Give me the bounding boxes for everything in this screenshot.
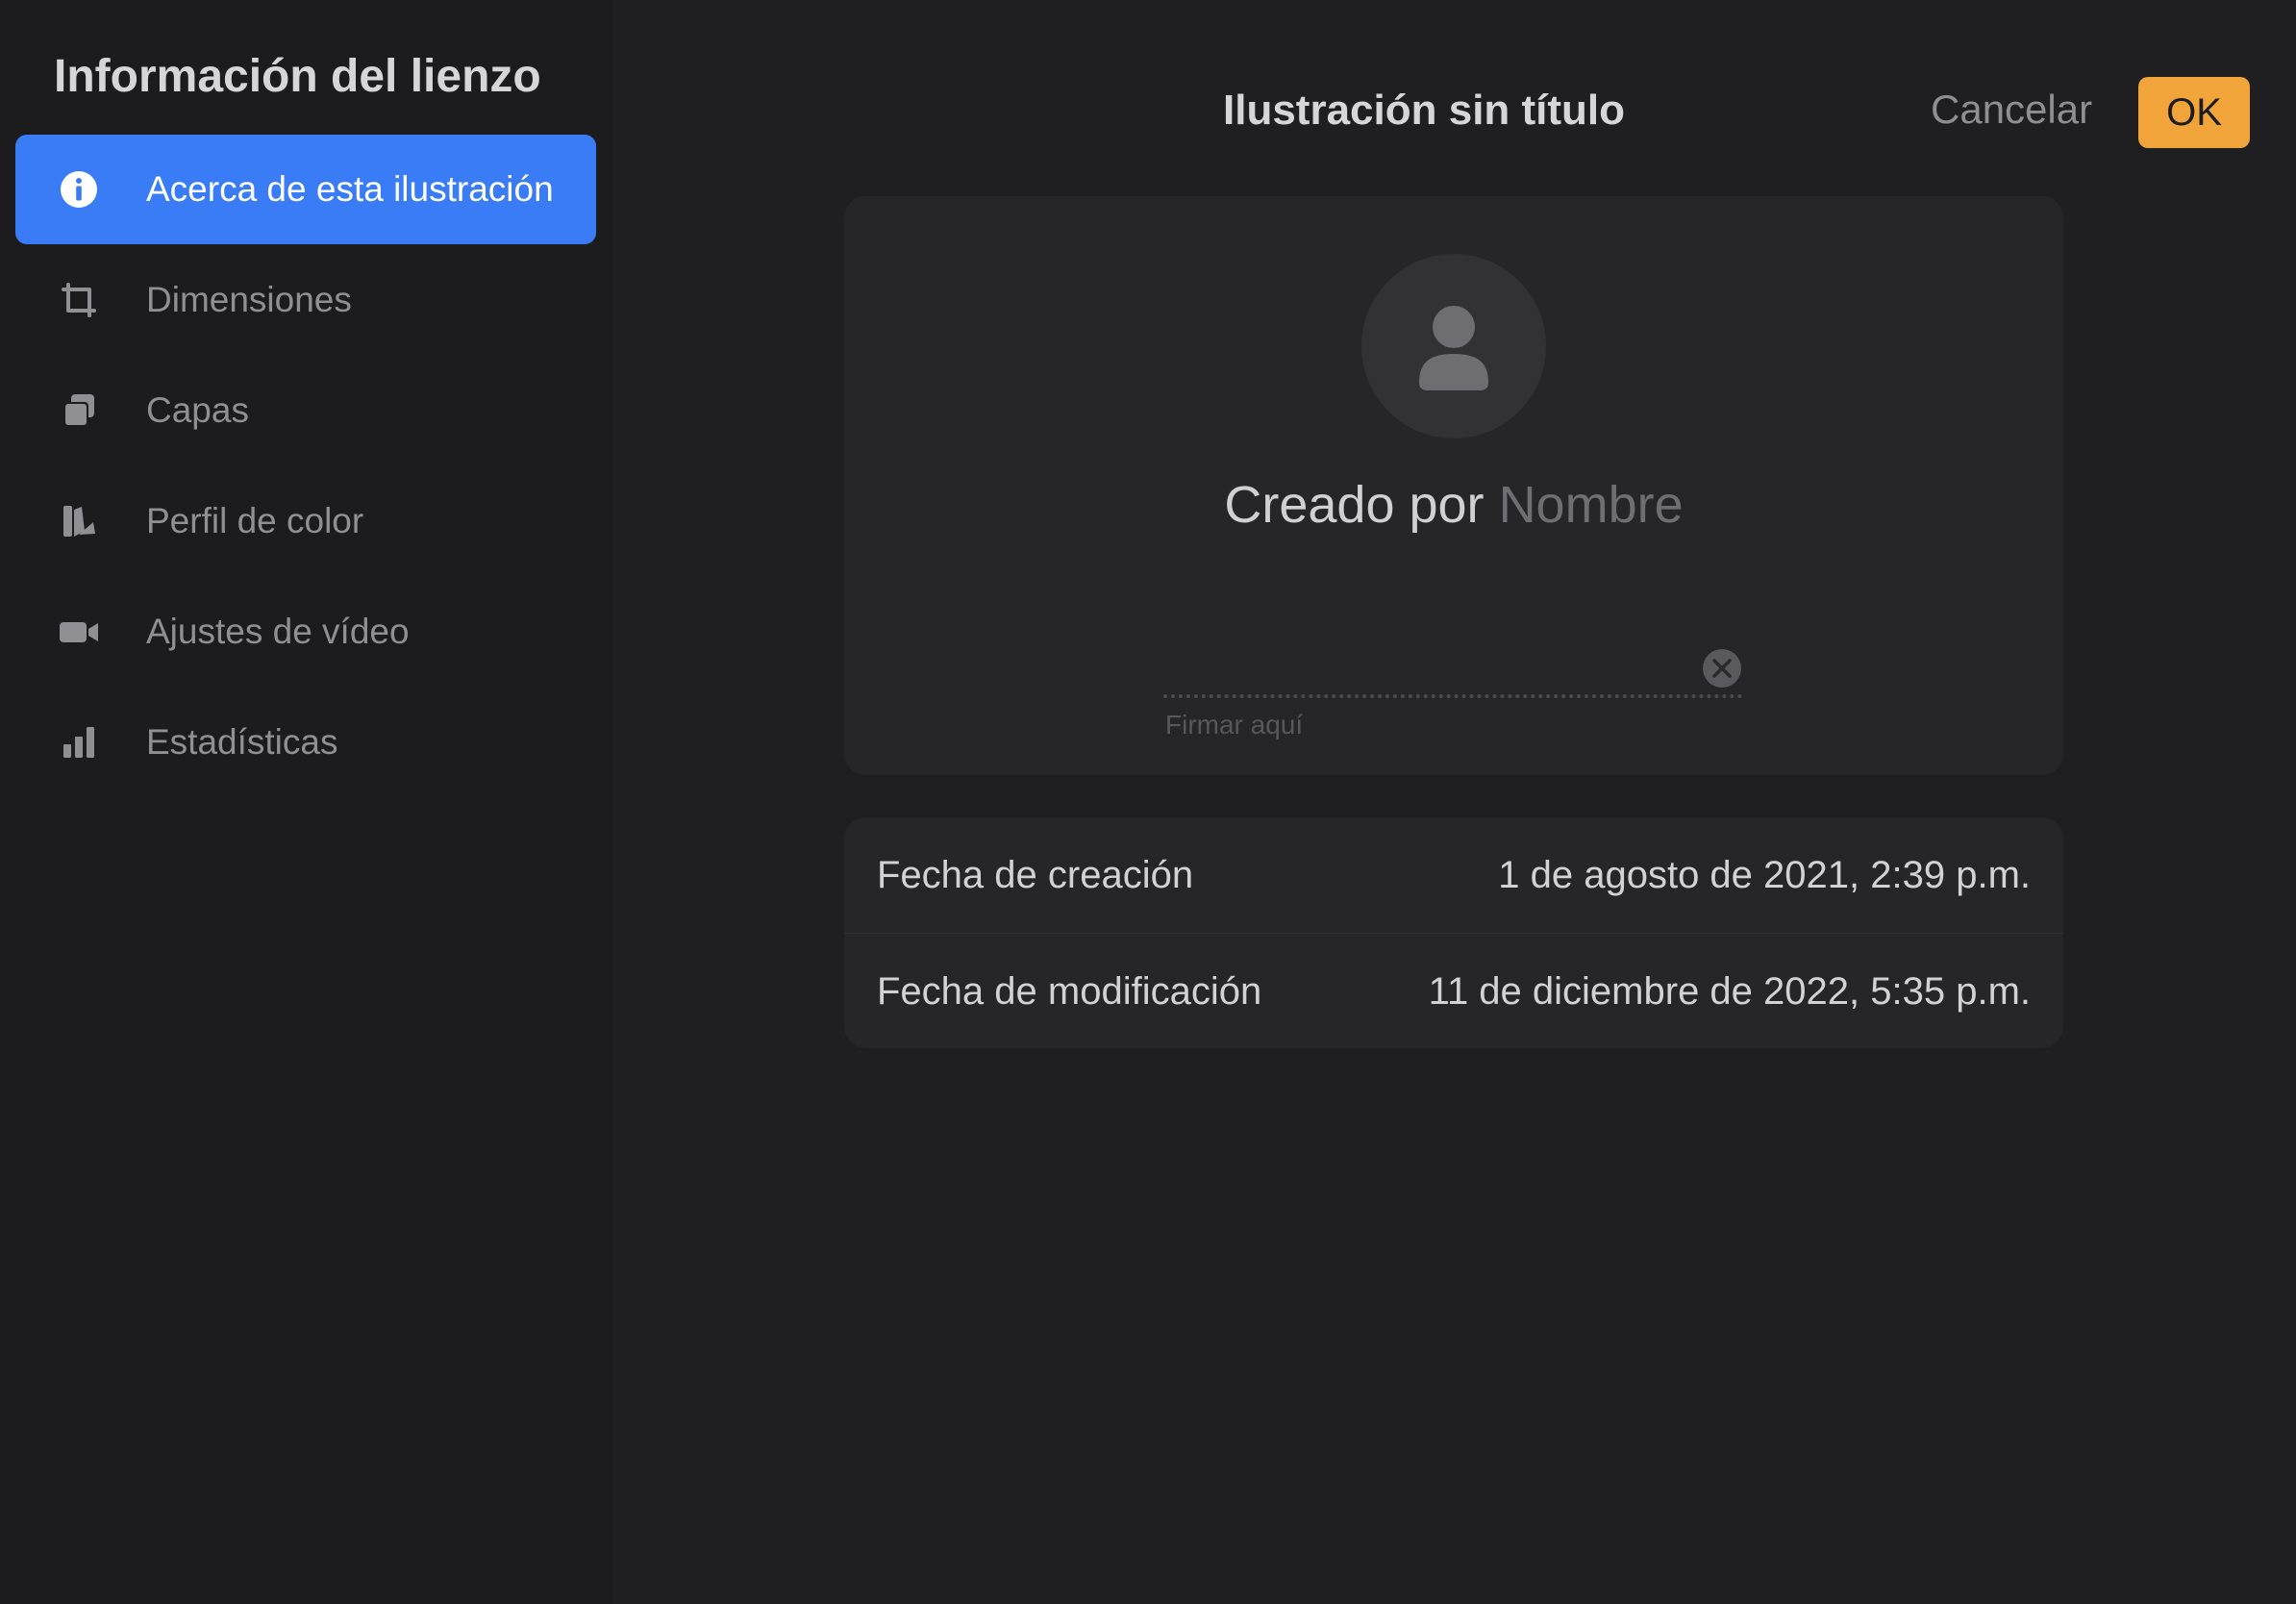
info-icon: [58, 168, 100, 211]
sidebar-item-label: Perfil de color: [146, 501, 364, 540]
sidebar-item-color-profile[interactable]: Perfil de color: [15, 466, 596, 576]
sidebar-title: Información del lienzo: [54, 51, 541, 102]
author-card: Creado por Nombre Firmar aquí: [844, 196, 2063, 775]
layers-icon: [58, 389, 100, 432]
sidebar-item-label: Dimensiones: [146, 280, 352, 319]
clear-signature-button[interactable]: [1702, 648, 1742, 689]
sidebar-item-about[interactable]: Acerca de esta ilustración: [15, 135, 596, 244]
dates-card: Fecha de creación 1 de agosto de 2021, 2…: [844, 817, 2063, 1048]
canvas-info-screen: Información del lienzo Acerca de esta il…: [0, 0, 2296, 1604]
signature-area[interactable]: [1163, 694, 1742, 698]
bar-chart-icon: [58, 721, 100, 764]
sidebar-item-layers[interactable]: Capas: [15, 356, 596, 465]
crop-icon: [58, 279, 100, 321]
close-circle-icon: [1703, 649, 1741, 688]
illustration-title: Ilustración sin título: [1223, 87, 1626, 134]
video-camera-icon: [58, 611, 100, 653]
sidebar-item-label: Capas: [146, 390, 249, 430]
created-by-label: Creado por: [1224, 476, 1485, 534]
ok-button[interactable]: OK: [2138, 77, 2250, 148]
cancel-button[interactable]: Cancelar: [1931, 87, 2092, 133]
author-name-field[interactable]: Nombre: [1499, 476, 1684, 534]
date-value: 11 de diciembre de 2022, 5:35 p.m.: [1428, 969, 2031, 1013]
color-swatch-icon: [58, 500, 100, 542]
date-label: Fecha de modificación: [877, 969, 1262, 1013]
sidebar-item-label: Ajustes de vídeo: [146, 612, 410, 651]
sidebar: Información del lienzo Acerca de esta il…: [0, 0, 612, 1604]
date-value: 1 de agosto de 2021, 2:39 p.m.: [1498, 853, 2031, 896]
person-icon: [1419, 306, 1488, 390]
sidebar-item-video-settings[interactable]: Ajustes de vídeo: [15, 577, 596, 687]
sidebar-nav: Acerca de esta ilustración Dimensiones C…: [15, 135, 596, 797]
avatar[interactable]: [1361, 254, 1546, 439]
created-by-line: Creado por Nombre: [844, 475, 2063, 535]
sidebar-item-label: Acerca de esta ilustración: [146, 169, 554, 209]
sidebar-item-label: Estadísticas: [146, 722, 338, 762]
date-row-created: Fecha de creación 1 de agosto de 2021, 2…: [844, 817, 2063, 933]
date-row-modified: Fecha de modificación 11 de diciembre de…: [844, 933, 2063, 1048]
date-label: Fecha de creación: [877, 853, 1194, 896]
sidebar-item-statistics[interactable]: Estadísticas: [15, 688, 596, 797]
signature-hint: Firmar aquí: [1165, 710, 1304, 739]
sidebar-item-dimensions[interactable]: Dimensiones: [15, 245, 596, 355]
